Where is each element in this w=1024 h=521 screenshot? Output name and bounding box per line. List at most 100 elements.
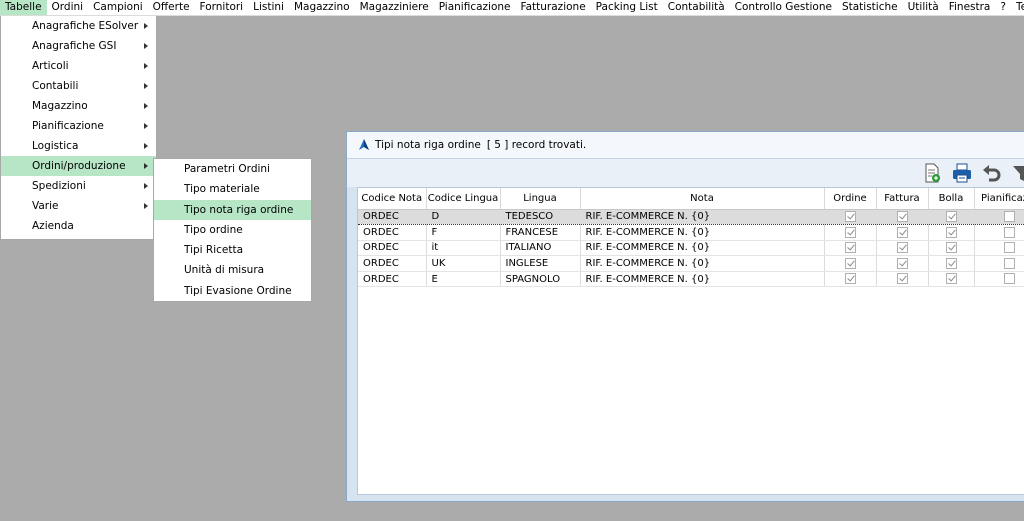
menu-magazziniere[interactable]: Magazziniere <box>355 0 434 15</box>
submenu-item-tipi-evasione-ordine[interactable]: Tipi Evasione Ordine <box>154 281 311 301</box>
menu-statistiche[interactable]: Statistiche <box>837 0 903 15</box>
tipi-nota-window: Tipi nota riga ordine [ 5 ] record trova… <box>346 131 1024 502</box>
menu-offerte[interactable]: Offerte <box>148 0 195 15</box>
submenu-item-label: Tipo ordine <box>184 223 243 236</box>
records-table: Codice Nota Codice Lingua Lingua Nota Ordine… <box>358 188 1024 288</box>
menu-bar: Tabelle Ordini Campioni Offerte Fornitori Lis… <box>0 0 1024 16</box>
print-icon[interactable] <box>951 162 973 184</box>
menu-item-ordini-produzione[interactable]: Ordini/produzione <box>1 156 156 176</box>
submenu-item-tipo-materiale[interactable]: Tipo materiale <box>154 179 311 199</box>
cell-pianificazione <box>974 240 1024 257</box>
cell-pianificazione <box>974 224 1024 241</box>
menu-fatturazione[interactable]: Fatturazione <box>516 0 591 15</box>
menu-tabelle[interactable]: Tabelle <box>0 0 47 15</box>
cell-codice-lingua: it <box>426 240 501 257</box>
fattura-checkbox[interactable] <box>896 273 908 285</box>
cell-ordine <box>824 240 877 257</box>
undo-icon[interactable] <box>981 162 1003 184</box>
column-header-lingua[interactable]: Lingua <box>500 188 581 210</box>
column-header-ordine[interactable]: Ordine <box>824 188 877 210</box>
menu-ordini[interactable]: Ordini <box>47 0 89 15</box>
ordine-checkbox[interactable] <box>844 242 856 254</box>
table-row[interactable]: ORDEC it ITALIANO RIF. E-COMMERCE N. {0} <box>358 240 1024 257</box>
table-row[interactable]: ORDEC E SPAGNOLO RIF. E-COMMERCE N. {0} <box>358 271 1024 288</box>
menu-pianificazione[interactable]: Pianificazione <box>434 0 516 15</box>
fattura-checkbox[interactable] <box>896 257 908 269</box>
records-grid: Codice Nota Codice Lingua Lingua Nota Ordine… <box>357 187 1024 495</box>
column-header-codice-lingua[interactable]: Codice Lingua <box>426 188 501 210</box>
menu-test-eoste[interactable]: Test eoste <box>1011 0 1024 15</box>
submenu-item-tipi-ricetta[interactable]: Tipi Ricetta <box>154 240 311 260</box>
column-header-nota[interactable]: Nota <box>580 188 825 210</box>
ordine-checkbox[interactable] <box>844 257 856 269</box>
menu-listini[interactable]: Listini <box>248 0 289 15</box>
cell-bolla <box>928 240 975 257</box>
cell-fattura <box>876 208 929 226</box>
menu-item-varie[interactable]: Varie <box>1 196 156 216</box>
submenu-item-tipo-ordine[interactable]: Tipo ordine <box>154 220 311 240</box>
menu-contabilit[interactable]: Contabilità <box>663 0 730 15</box>
ordine-checkbox[interactable] <box>844 226 856 238</box>
submenu-item-unit-di-misura[interactable]: Unità di misura <box>154 260 311 280</box>
menu-item-spedizioni[interactable]: Spedizioni <box>1 176 156 196</box>
menu-item-pianificazione[interactable]: Pianificazione <box>1 116 156 136</box>
bolla-checkbox[interactable] <box>945 273 957 285</box>
pianificazione-checkbox[interactable] <box>1003 257 1015 269</box>
menu-fornitori[interactable]: Fornitori <box>195 0 249 15</box>
cell-fattura <box>876 271 929 288</box>
pianificazione-checkbox[interactable] <box>1003 226 1015 238</box>
cell-bolla <box>928 255 975 272</box>
fattura-checkbox[interactable] <box>896 211 908 223</box>
ordine-checkbox[interactable] <box>844 273 856 285</box>
cell-nota: RIF. E-COMMERCE N. {0} <box>580 208 825 226</box>
table-row[interactable]: ORDEC F FRANCESE RIF. E-COMMERCE N. {0} <box>358 224 1024 241</box>
fattura-checkbox[interactable] <box>896 226 908 238</box>
menu-utilit[interactable]: Utilità <box>903 0 944 15</box>
pianificazione-checkbox[interactable] <box>1003 211 1015 223</box>
cell-ordine <box>824 224 877 241</box>
menu-item-label: Spedizioni <box>32 180 86 192</box>
table-header: Codice Nota Codice Lingua Lingua Nota Ordine… <box>358 188 1024 210</box>
submenu-item-tipo-nota-riga-ordine[interactable]: Tipo nota riga ordine <box>154 199 311 220</box>
bolla-checkbox[interactable] <box>945 211 957 223</box>
cell-nota: RIF. E-COMMERCE N. {0} <box>580 255 825 272</box>
menu-packing-list[interactable]: Packing List <box>591 0 663 15</box>
cell-pianificazione <box>974 208 1024 226</box>
export-icon[interactable] <box>921 162 943 184</box>
table-row[interactable]: ORDEC UK INGLESE RIF. E-COMMERCE N. {0} <box>358 255 1024 272</box>
column-header-fattura[interactable]: Fattura <box>876 188 929 210</box>
app-icon <box>359 139 369 150</box>
cell-fattura <box>876 255 929 272</box>
tabelle-menu: Anagrafiche ESolver Anagrafiche GSI Artico… <box>0 16 157 240</box>
window-titlebar[interactable]: Tipi nota riga ordine [ 5 ] record trova… <box>347 132 1024 159</box>
pianificazione-checkbox[interactable] <box>1003 273 1015 285</box>
bolla-checkbox[interactable] <box>945 257 957 269</box>
menu-item-articoli[interactable]: Articoli <box>1 56 156 76</box>
menu-campioni[interactable]: Campioni <box>88 0 148 15</box>
menu-controllo-gestione[interactable]: Controllo Gestione <box>730 0 837 15</box>
menu-item-anagrafiche-esolver[interactable]: Anagrafiche ESolver <box>1 16 156 36</box>
window-title: Tipi nota riga ordine <box>375 139 481 151</box>
menu-help[interactable]: ? <box>995 0 1011 15</box>
fattura-checkbox[interactable] <box>896 242 908 254</box>
submenu-item-parametri-ordini[interactable]: Parametri Ordini <box>154 159 311 179</box>
ordine-checkbox[interactable] <box>844 211 856 223</box>
menu-item-magazzino[interactable]: Magazzino <box>1 96 156 116</box>
bolla-checkbox[interactable] <box>945 226 957 238</box>
column-header-pianificazio[interactable]: Pianificazio <box>974 188 1024 210</box>
column-header-bolla[interactable]: Bolla <box>928 188 975 210</box>
table-row[interactable]: ORDEC D TEDESCO RIF. E-COMMERCE N. {0} <box>358 208 1024 226</box>
menu-item-anagrafiche-gsi[interactable]: Anagrafiche GSI <box>1 36 156 56</box>
cell-lingua: FRANCESE <box>500 224 581 241</box>
pianificazione-checkbox[interactable] <box>1003 242 1015 254</box>
menu-item-logistica[interactable]: Logistica <box>1 136 156 156</box>
filter-icon[interactable] <box>1011 162 1024 184</box>
column-header-codice-nota[interactable]: Codice Nota <box>358 188 427 210</box>
menu-finestra[interactable]: Finestra <box>944 0 996 15</box>
menu-magazzino[interactable]: Magazzino <box>289 0 355 15</box>
cell-nota: RIF. E-COMMERCE N. {0} <box>580 271 825 288</box>
menu-item-azienda[interactable]: Azienda <box>1 216 156 236</box>
cell-codice-nota: ORDEC <box>358 240 427 257</box>
menu-item-contabili[interactable]: Contabili <box>1 76 156 96</box>
bolla-checkbox[interactable] <box>945 242 957 254</box>
